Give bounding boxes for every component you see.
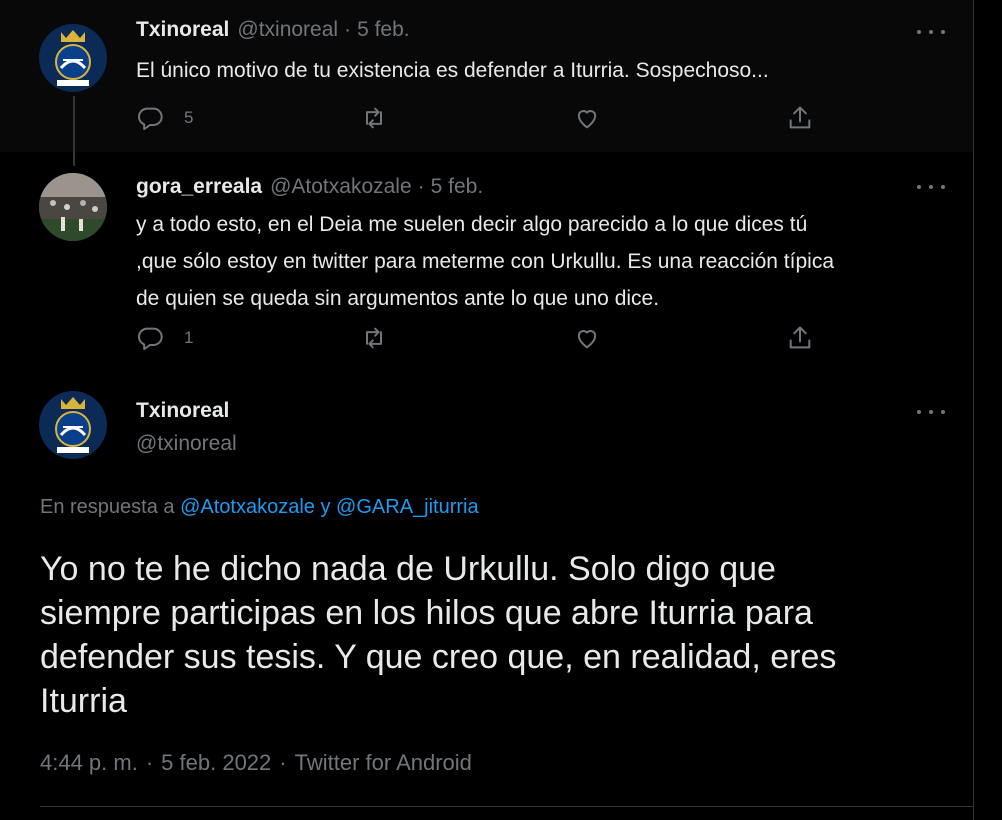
- tweet-text-line: Iturria: [40, 682, 127, 720]
- separator: ·: [279, 750, 287, 775]
- share-icon: [789, 106, 811, 129]
- like-button[interactable]: [573, 104, 601, 132]
- heart-icon: [577, 110, 597, 129]
- like-button[interactable]: [573, 324, 601, 352]
- tweet-full-date[interactable]: 5 feb. 2022: [161, 750, 271, 775]
- stadium-photo-icon: [39, 173, 107, 241]
- share-button[interactable]: [786, 324, 814, 352]
- divider: [40, 806, 973, 807]
- avatar[interactable]: [39, 391, 107, 459]
- replying-to: En respuesta a @Atotxakozale y @GARA_jit…: [40, 496, 479, 519]
- user-handle[interactable]: @txinoreal: [136, 432, 237, 456]
- separator: ·: [145, 750, 154, 775]
- more-dots-icon: [917, 185, 921, 189]
- reply-count: 1: [184, 328, 194, 347]
- tweet-header: gora_erreala @Atotxakozale · 5 feb.: [136, 175, 483, 199]
- retweet-button[interactable]: [360, 104, 388, 132]
- tweet-date[interactable]: 5 feb.: [431, 175, 484, 199]
- more-button[interactable]: [917, 405, 945, 419]
- retweet-icon: [366, 327, 382, 349]
- share-icon: [789, 326, 811, 349]
- reply-button[interactable]: 5: [136, 104, 193, 132]
- tweet-text-line: ,que sólo estoy en twitter para meterme …: [136, 250, 835, 273]
- tweet-text-line: siempre participas en los hilos que abre…: [40, 594, 813, 632]
- real-sociedad-crest-icon: [39, 24, 107, 92]
- more-button[interactable]: [917, 25, 945, 39]
- more-dots-icon: [917, 410, 921, 414]
- display-name[interactable]: Txinoreal: [136, 399, 229, 423]
- reply-count: 5: [184, 108, 194, 127]
- reply-bubble-icon: [138, 107, 163, 131]
- tweet-header: Txinoreal: [136, 399, 229, 423]
- tweet-metadata: 4:44 p. m. · 5 feb. 2022 · Twitter for Andro…: [40, 750, 472, 776]
- heart-icon: [577, 330, 597, 349]
- tweet-header: Txinoreal @txinoreal · 5 feb.: [136, 18, 410, 42]
- column-divider: [973, 0, 974, 820]
- tweet-text: y a todo esto, en el Deia me suelen deci…: [136, 206, 834, 317]
- mention-link[interactable]: @Atotxakozale: [180, 496, 315, 518]
- thread-connector: [73, 96, 75, 166]
- display-name[interactable]: Txinoreal: [136, 18, 229, 42]
- user-handle[interactable]: @txinoreal: [237, 18, 338, 42]
- mention-link[interactable]: @GARA_jiturria: [336, 496, 479, 518]
- focused-tweet-text: Yo no te he dicho nada de Urkullu. Solo …: [40, 547, 960, 723]
- separator: ·: [417, 175, 425, 198]
- more-button[interactable]: [917, 180, 945, 194]
- tweet-time[interactable]: 4:44 p. m.: [40, 750, 138, 775]
- more-dots-icon: [917, 30, 921, 34]
- real-sociedad-crest-icon: [39, 391, 107, 459]
- reply-joiner[interactable]: y: [320, 496, 330, 518]
- display-name[interactable]: gora_erreala: [136, 175, 262, 199]
- reply-button[interactable]: 1: [136, 324, 193, 352]
- avatar[interactable]: [39, 173, 107, 241]
- retweet-icon: [366, 107, 382, 129]
- tweet-text-line: de quien se queda sin argumentos ante lo…: [136, 287, 660, 310]
- separator: ·: [344, 18, 352, 41]
- reply-bubble-icon: [138, 327, 163, 351]
- retweet-button[interactable]: [360, 324, 388, 352]
- tweet-text-line: defender sus tesis. Y que creo que, en r…: [40, 638, 837, 676]
- avatar[interactable]: [39, 24, 107, 92]
- share-button[interactable]: [786, 104, 814, 132]
- tweet-text-line: Yo no te he dicho nada de Urkullu. Solo …: [40, 550, 776, 588]
- tweet-text-line: y a todo esto, en el Deia me suelen deci…: [136, 213, 808, 236]
- tweet-client[interactable]: Twitter for Android: [295, 750, 472, 775]
- tweet-date[interactable]: 5 feb.: [357, 18, 410, 42]
- twitter-thread-page: Txinoreal @txinoreal · 5 feb. El único m…: [0, 0, 1002, 820]
- tweet-text: El único motivo de tu existencia es defe…: [136, 59, 769, 82]
- reply-prefix: En respuesta a: [40, 496, 175, 518]
- user-handle[interactable]: @Atotxakozale: [270, 175, 412, 199]
